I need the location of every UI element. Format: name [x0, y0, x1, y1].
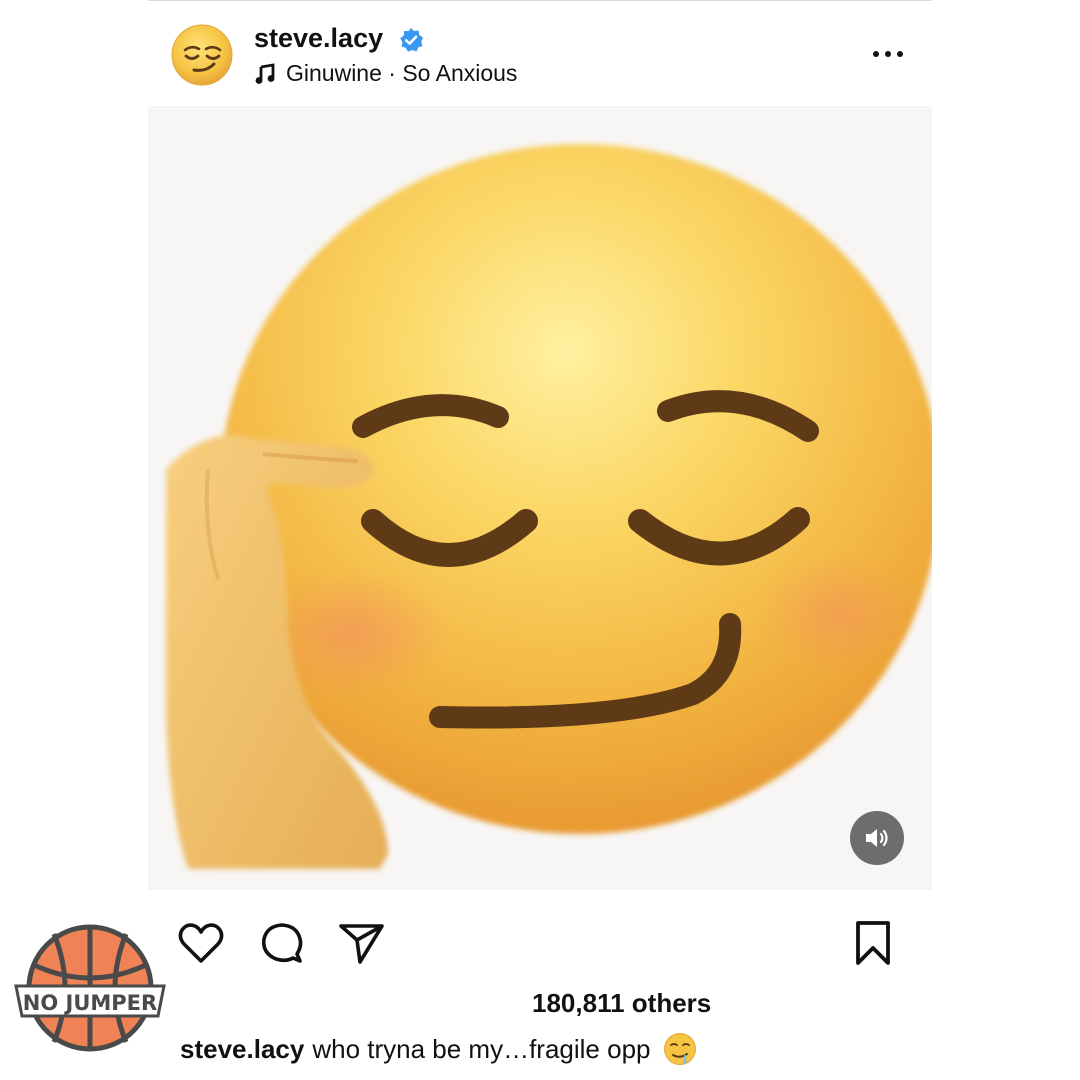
music-separator: ·: [381, 60, 403, 86]
comment-bubble-icon[interactable]: [256, 918, 306, 968]
bookmark-icon[interactable]: [848, 918, 898, 968]
music-note-icon: [255, 62, 275, 84]
relieved-face-emoji-icon[interactable]: [170, 23, 234, 87]
audio-attribution[interactable]: Ginuwine · So Anxious: [254, 60, 517, 87]
face-with-hand-on-temple-emoji-icon: [148, 109, 932, 890]
paper-plane-icon[interactable]: [336, 918, 386, 968]
verified-badge-icon: [400, 28, 423, 52]
heart-icon[interactable]: [176, 918, 226, 968]
instagram-post: steve.lacy Ginuwine · So Anxious 180,811…: [148, 0, 932, 1080]
more-options-icon[interactable]: [868, 40, 908, 68]
no-jumper-watermark: NO JUMPER: [12, 924, 168, 1054]
post-username[interactable]: steve.lacy: [254, 23, 383, 54]
sound-toggle-button[interactable]: [850, 811, 904, 865]
music-song: So Anxious: [402, 60, 518, 86]
caption-username[interactable]: steve.lacy: [180, 1034, 304, 1065]
post-header: steve.lacy Ginuwine · So Anxious: [148, 0, 932, 108]
basketball-logo-icon: NO JUMPER: [14, 924, 166, 1052]
watermark-text: NO JUMPER: [23, 991, 157, 1015]
post-media[interactable]: [148, 109, 932, 890]
drooling-face-emoji-icon: [663, 1033, 696, 1065]
speaker-icon: [866, 829, 888, 847]
music-artist: Ginuwine: [286, 60, 382, 86]
caption-text: who tryna be my…fragile opp: [312, 1033, 651, 1064]
likes-count[interactable]: 180,811 others: [532, 988, 711, 1019]
post-caption: steve.lacy who tryna be my…fragile opp: [180, 1032, 697, 1066]
action-bar: [148, 912, 932, 968]
